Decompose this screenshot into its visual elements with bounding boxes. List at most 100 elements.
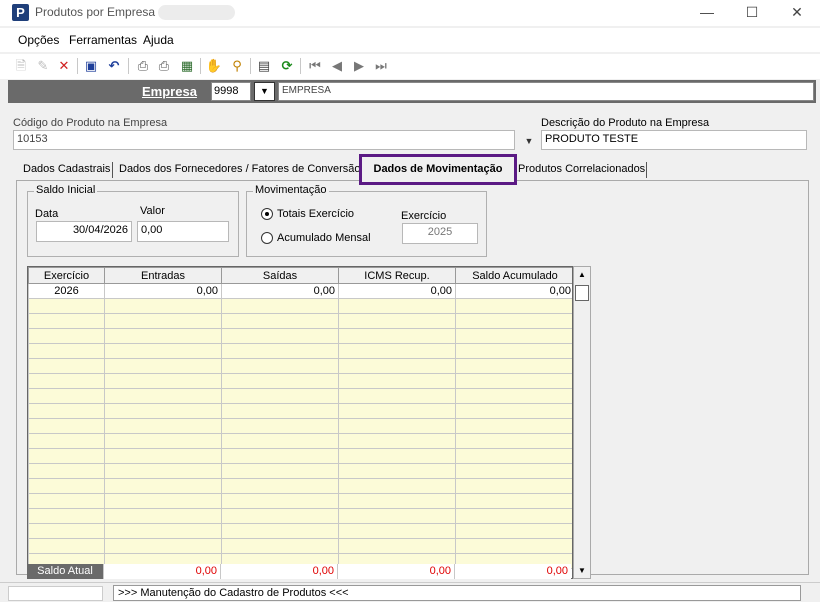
close-window-button[interactable]: ✕ xyxy=(782,2,812,22)
grid-cell[interactable] xyxy=(221,493,339,509)
table-row[interactable] xyxy=(28,298,572,314)
grid-cell[interactable] xyxy=(221,403,339,419)
grid-cell[interactable] xyxy=(221,358,339,374)
print-icon[interactable]: ⎙ xyxy=(134,57,152,75)
grid-cell[interactable] xyxy=(104,433,222,449)
grid-cell[interactable] xyxy=(455,523,572,539)
table-row[interactable] xyxy=(28,463,572,479)
grid-cell[interactable] xyxy=(104,478,222,494)
grid-cell[interactable] xyxy=(104,493,222,509)
table-row[interactable] xyxy=(28,493,572,509)
table-row[interactable] xyxy=(28,373,572,389)
grid-cell[interactable] xyxy=(455,493,572,509)
grid-cell[interactable] xyxy=(28,328,105,344)
grid-cell[interactable] xyxy=(338,448,456,464)
grid-cell[interactable] xyxy=(28,313,105,329)
last-record-icon[interactable]: ⏭ xyxy=(372,57,390,75)
table-row[interactable] xyxy=(28,448,572,464)
grid-cell[interactable] xyxy=(455,358,572,374)
grid-cell[interactable] xyxy=(338,478,456,494)
grid-cell[interactable] xyxy=(455,373,572,389)
grid-cell[interactable] xyxy=(455,538,572,554)
grid-cell[interactable] xyxy=(221,388,339,404)
grid-cell[interactable] xyxy=(455,418,572,434)
grid-cell[interactable] xyxy=(104,298,222,314)
tab-dados-cadastrais[interactable]: Dados Cadastrais xyxy=(19,161,114,180)
table-row[interactable] xyxy=(28,538,572,554)
grid-cell[interactable] xyxy=(338,538,456,554)
grid-cell[interactable] xyxy=(338,328,456,344)
first-record-icon[interactable]: ⏮ xyxy=(306,57,324,75)
grid-cell[interactable] xyxy=(28,493,105,509)
col-entradas[interactable]: Entradas xyxy=(104,267,222,284)
col-saidas[interactable]: Saídas xyxy=(221,267,339,284)
grid-cell[interactable] xyxy=(28,478,105,494)
grid-cell[interactable] xyxy=(28,538,105,554)
properties-icon[interactable]: ▤ xyxy=(255,57,273,75)
grid-cell[interactable] xyxy=(455,448,572,464)
radio-totais-exercicio[interactable] xyxy=(261,208,273,220)
scroll-thumb[interactable] xyxy=(575,285,589,301)
new-file-icon[interactable]: 🗎 xyxy=(12,57,30,75)
grid-cell[interactable] xyxy=(104,523,222,539)
table-row[interactable]: 2026 0,00 0,00 0,00 0,00 xyxy=(28,283,572,299)
data-field[interactable]: 30/04/2026 xyxy=(36,221,132,242)
exercicio-field[interactable]: 2025 xyxy=(402,223,478,244)
grid-cell[interactable] xyxy=(221,298,339,314)
grid-cell[interactable] xyxy=(28,508,105,524)
grid-cell[interactable] xyxy=(221,478,339,494)
grid-cell[interactable] xyxy=(338,463,456,479)
cell-saldo-acumulado[interactable]: 0,00 xyxy=(455,283,572,299)
grid-cell[interactable] xyxy=(221,373,339,389)
grid-cell[interactable] xyxy=(28,403,105,419)
col-icms-recup[interactable]: ICMS Recup. xyxy=(338,267,456,284)
grid-cell[interactable] xyxy=(338,523,456,539)
grid-cell[interactable] xyxy=(338,373,456,389)
grid-cell[interactable] xyxy=(104,388,222,404)
grid-cell[interactable] xyxy=(104,328,222,344)
grid-scrollbar[interactable]: ▲ ▼ xyxy=(573,266,591,579)
descricao-produto-field[interactable]: PRODUTO TESTE xyxy=(541,130,807,150)
grid-cell[interactable] xyxy=(221,523,339,539)
refresh-icon[interactable]: ⟳ xyxy=(278,57,296,75)
grid-cell[interactable] xyxy=(338,343,456,359)
grid-cell[interactable] xyxy=(104,418,222,434)
grid-cell[interactable] xyxy=(338,388,456,404)
table-row[interactable] xyxy=(28,433,572,449)
tab-produtos-correlacionados[interactable]: Produtos Correlacionados xyxy=(514,161,649,180)
grid-cell[interactable] xyxy=(221,433,339,449)
grid-cell[interactable] xyxy=(338,313,456,329)
cell-exercicio[interactable]: 2026 xyxy=(28,283,105,299)
menu-ajuda[interactable]: Ajuda xyxy=(143,33,174,47)
grid-cell[interactable] xyxy=(338,433,456,449)
grid-cell[interactable] xyxy=(104,463,222,479)
table-row[interactable] xyxy=(28,388,572,404)
table-row[interactable] xyxy=(28,403,572,419)
empresa-dropdown-button[interactable]: ▼ xyxy=(254,82,275,101)
grid-cell[interactable] xyxy=(455,343,572,359)
table-row[interactable] xyxy=(28,418,572,434)
grid-cell[interactable] xyxy=(338,418,456,434)
grid-cell[interactable] xyxy=(455,433,572,449)
grid-cell[interactable] xyxy=(104,538,222,554)
grid-cell[interactable] xyxy=(28,343,105,359)
undo-icon[interactable]: ↶ xyxy=(105,57,123,75)
table-row[interactable] xyxy=(28,358,572,374)
grid-cell[interactable] xyxy=(221,448,339,464)
grid-cell[interactable] xyxy=(28,523,105,539)
search-magnifier-icon[interactable]: ⚲ xyxy=(228,57,246,75)
grid-cell[interactable] xyxy=(28,433,105,449)
table-row[interactable] xyxy=(28,508,572,524)
grid-cell[interactable] xyxy=(455,463,572,479)
grid-cell[interactable] xyxy=(104,343,222,359)
grid-cell[interactable] xyxy=(104,508,222,524)
save-disk-icon[interactable]: ▣ xyxy=(82,57,100,75)
previous-record-icon[interactable]: ◀ xyxy=(328,57,346,75)
grid-cell[interactable] xyxy=(338,493,456,509)
cell-entradas[interactable]: 0,00 xyxy=(104,283,222,299)
grid-cell[interactable] xyxy=(28,418,105,434)
col-exercicio[interactable]: Exercício xyxy=(28,267,105,284)
edit-pencil-icon[interactable]: ✎ xyxy=(34,57,52,75)
valor-field[interactable]: 0,00 xyxy=(137,221,229,242)
grid-cell[interactable] xyxy=(104,373,222,389)
